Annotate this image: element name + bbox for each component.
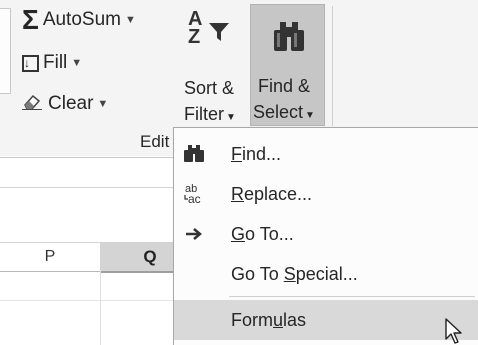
sort-filter-label-line1: Sort & (184, 78, 235, 98)
menu-item-replace-label: Replace... (231, 183, 313, 204)
binoculars-icon (174, 145, 214, 163)
menu-separator (229, 296, 475, 297)
replace-icon: ab ac (174, 182, 214, 206)
menu-item-go-to[interactable]: Go To... (174, 214, 478, 254)
menu-item-find-label: Find... (231, 143, 282, 164)
sigma-icon: Σ (22, 4, 39, 35)
ribbon-separator (332, 6, 333, 126)
fill-button[interactable]: ↓ Fill ▼ (22, 52, 82, 74)
menu-item-formulas[interactable]: Formulas (174, 300, 478, 340)
clear-button[interactable]: Clear ▼ (22, 92, 108, 116)
menu-item-go-to-special-label: Go To Special... (231, 263, 358, 284)
menu-item-find[interactable]: Find... (174, 134, 478, 174)
find-select-label-line2: Select ▼ (253, 102, 315, 122)
menu-item-replace[interactable]: ab ac Replace... (174, 174, 478, 214)
autosum-button[interactable]: Σ AutoSum ▼ (22, 4, 136, 35)
sort-filter-button[interactable]: AZ Sort & Filter ▼ (180, 8, 248, 126)
clear-label: Clear (48, 93, 94, 114)
find-select-menu: Find... ab ac Replace... Go To... Go To … (173, 127, 478, 345)
autosum-dropdown-arrow[interactable]: ▼ (125, 14, 136, 26)
fill-label: Fill (43, 52, 68, 73)
arrow-right-icon (174, 227, 214, 241)
fill-down-icon: ↓ (22, 54, 39, 72)
excel-window: Σ AutoSum ▼ ↓ Fill ▼ Clear ▼ AZ Sort & F… (0, 0, 478, 345)
menu-item-go-to-label: Go To... (231, 223, 294, 244)
menu-item-go-to-special[interactable]: Go To Special... (174, 254, 478, 294)
autosum-label: AutoSum (42, 9, 121, 30)
sort-filter-label-line2: Filter ▼ (184, 104, 236, 124)
funnel-icon (209, 23, 229, 41)
column-header-p[interactable]: P (0, 243, 101, 271)
clear-dropdown-arrow: ▼ (97, 98, 109, 110)
svg-text:ac: ac (188, 192, 201, 206)
ribbon-left-panel-edge (0, 8, 11, 94)
mouse-pointer-icon (445, 318, 462, 344)
editing-group-label: Edit (140, 132, 170, 151)
sort-az-icon: AZ (188, 8, 203, 48)
eraser-icon (22, 92, 44, 116)
find-select-button[interactable]: Find & Select ▼ (250, 4, 325, 126)
grid-line (100, 270, 101, 345)
find-select-label-line1: Find & (258, 76, 311, 96)
menu-item-formulas-label: Formulas (231, 309, 307, 330)
binoculars-icon (274, 22, 304, 51)
fill-dropdown-arrow: ▼ (71, 57, 83, 69)
